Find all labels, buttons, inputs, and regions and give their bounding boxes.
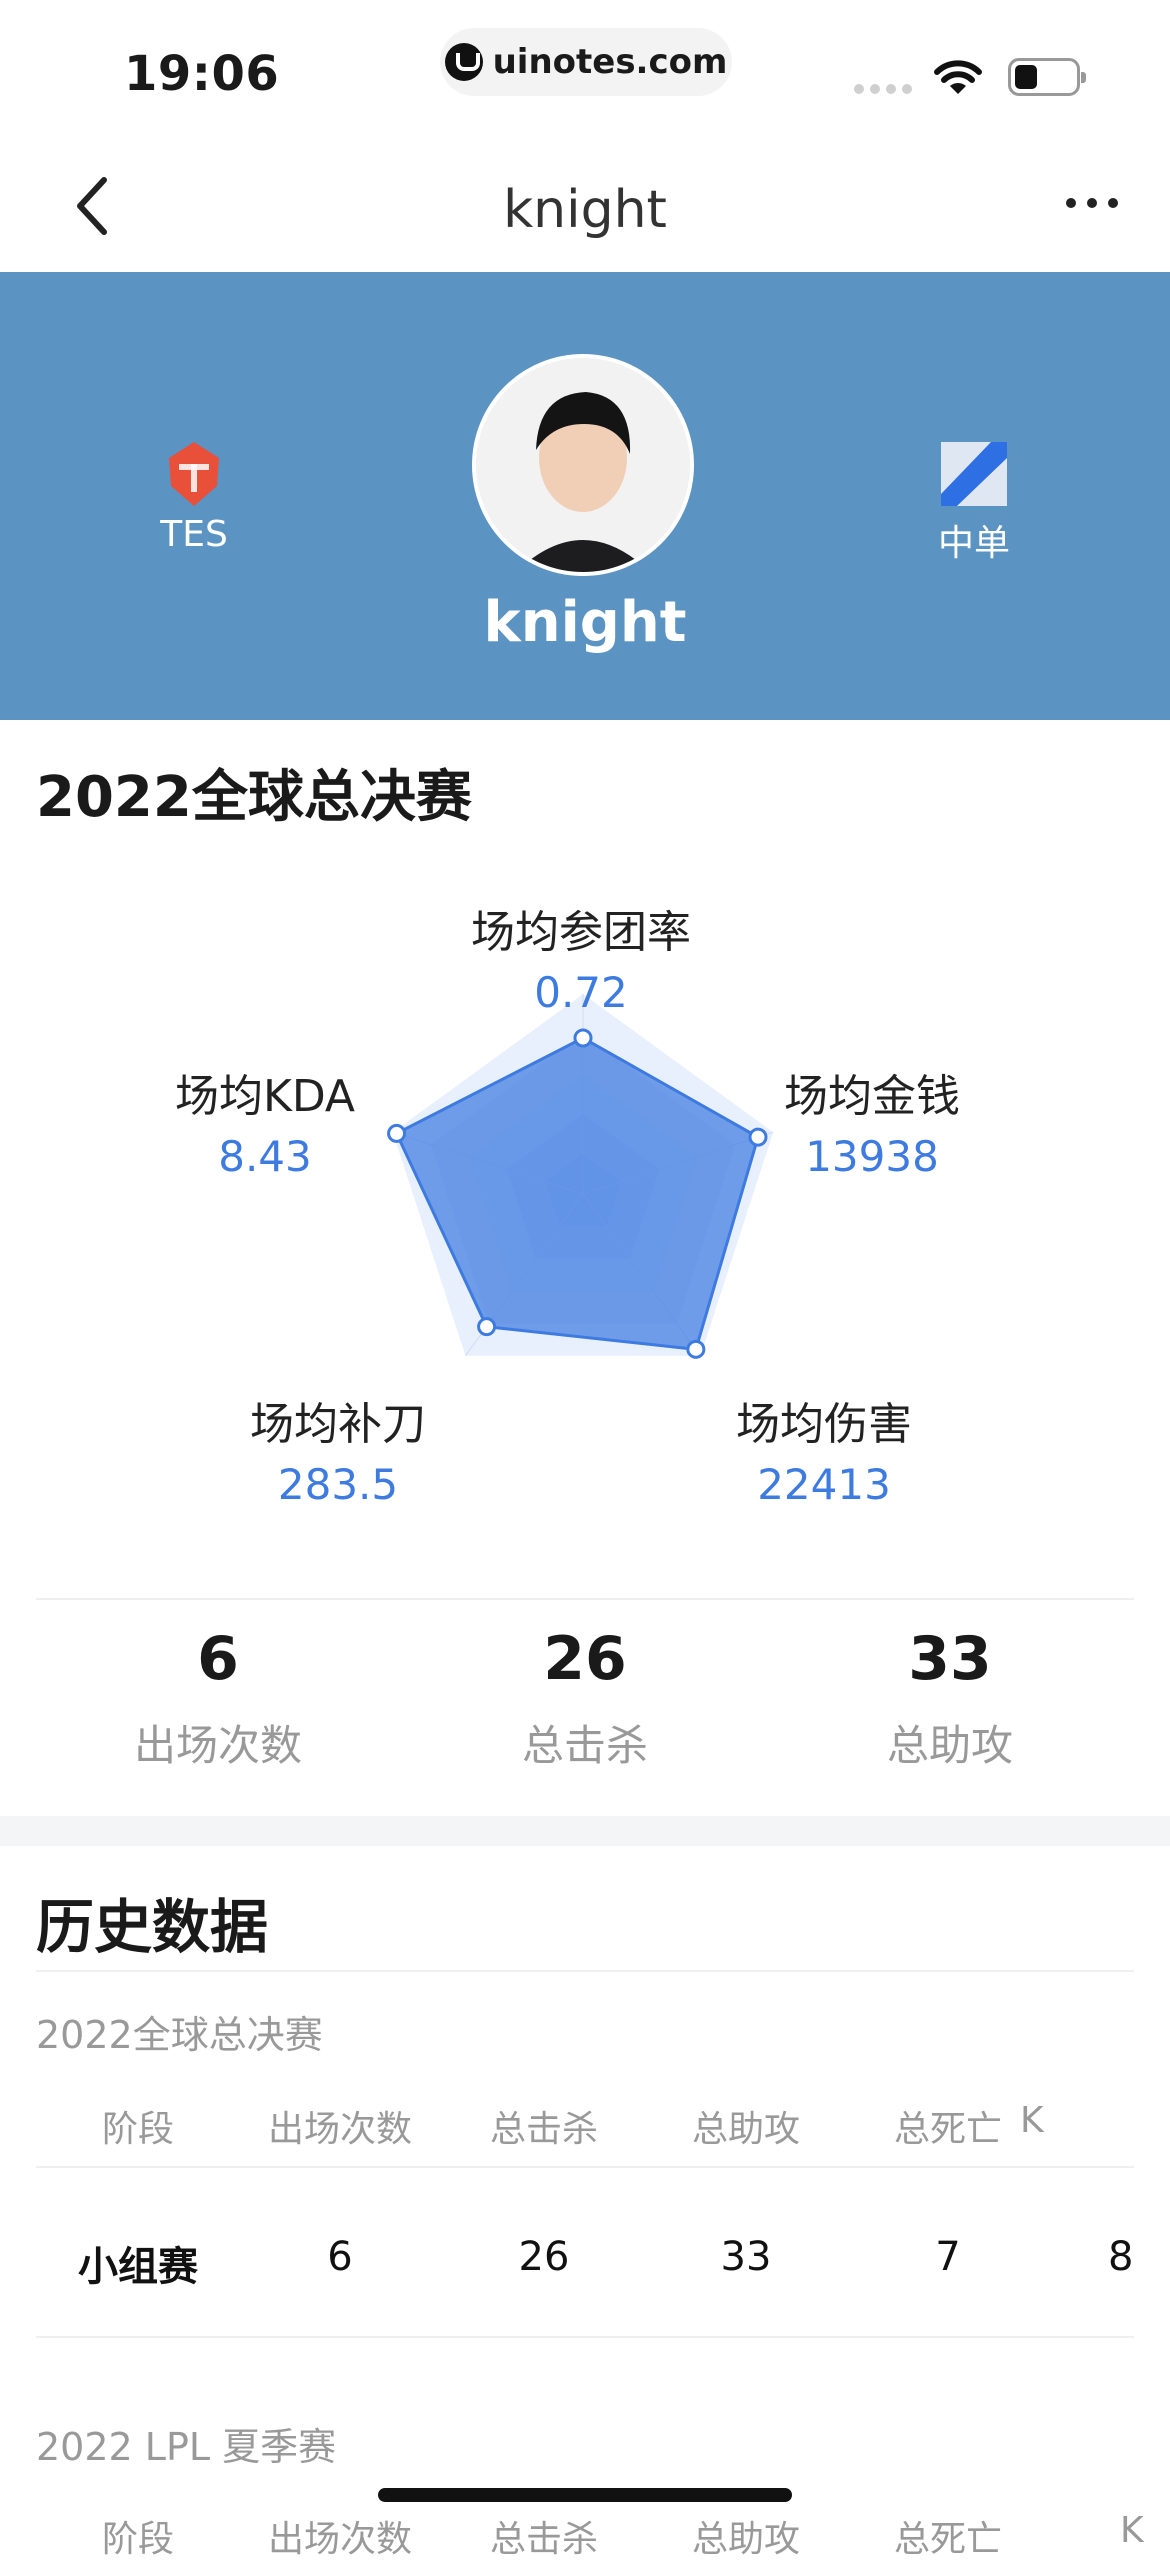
table-header-cell: 出场次数 <box>267 2519 412 2560</box>
table-header-cell: K <box>1120 2510 1144 2551</box>
table-cell: 7 <box>935 2234 961 2280</box>
team-logo-icon <box>169 442 219 506</box>
more-icon[interactable] <box>1066 198 1118 208</box>
radar-label-participation: 场均参团率 0.72 <box>471 907 691 1017</box>
stat-kills: 26 总击杀 <box>521 1624 648 1770</box>
radar-point-0 <box>573 1028 593 1048</box>
season-title: 2022全球总决赛 <box>36 765 472 830</box>
history-title: 历史数据 <box>36 1893 269 1961</box>
history-table-title: 2022全球总决赛 <box>36 2013 323 2057</box>
radar-label-gold: 场均金钱 13938 <box>784 1071 960 1181</box>
table-header-cell: K <box>1020 2100 1044 2141</box>
table-header-cell: 阶段 <box>101 2519 174 2560</box>
stat-assists: 33 总助攻 <box>886 1624 1013 1770</box>
table-cell: 8 <box>1108 2234 1134 2280</box>
team-badge[interactable]: TES <box>150 440 238 555</box>
radar-point-2 <box>686 1339 706 1359</box>
cellular-signal-icon <box>854 84 912 94</box>
player-name: knight <box>483 590 687 655</box>
player-banner: TES 中单 knight <box>0 272 1170 720</box>
avatar <box>472 354 694 576</box>
mid-lane-icon <box>941 442 1007 506</box>
table-cell: 小组赛 <box>78 2244 198 2290</box>
divider <box>36 2166 1134 2168</box>
section-separator <box>0 1816 1170 1846</box>
table-cell: 6 <box>327 2234 353 2280</box>
table-cell: 33 <box>720 2234 772 2280</box>
table-header-cell: 总助攻 <box>691 2109 800 2150</box>
stat-appearances: 6 出场次数 <box>133 1624 302 1770</box>
table-header-cell: 总死亡 <box>893 2109 1002 2150</box>
home-indicator[interactable] <box>378 2488 792 2502</box>
status-time: 19:06 <box>124 46 280 102</box>
page-title: knight <box>503 180 667 240</box>
radar-label-kda: 场均KDA 8.43 <box>174 1071 356 1181</box>
table-header-cell: 出场次数 <box>267 2109 412 2150</box>
table-header-cell: 总击杀 <box>489 2109 598 2150</box>
radar-point-3 <box>477 1317 497 1337</box>
site-logo-icon <box>444 43 483 81</box>
radar-label-damage: 场均伤害 22413 <box>736 1399 912 1509</box>
team-name: TES <box>160 514 228 555</box>
wifi-icon <box>934 60 982 94</box>
history-table-title: 2022 LPL 夏季赛 <box>36 2425 337 2469</box>
nav-bar: knight <box>0 140 1170 272</box>
table-cell: 26 <box>518 2234 570 2280</box>
divider <box>36 1970 1134 1972</box>
divider <box>36 1598 1134 1600</box>
table-header-cell: 阶段 <box>101 2109 174 2150</box>
url-pill[interactable]: uinotes.com <box>440 28 732 96</box>
battery-icon <box>1008 58 1086 96</box>
url-text: uinotes.com <box>492 42 728 82</box>
table-header-cell: 总死亡 <box>893 2519 1002 2560</box>
role-badge[interactable]: 中单 <box>926 440 1022 566</box>
divider <box>36 2336 1134 2338</box>
table-header-cell: 总助攻 <box>691 2519 800 2560</box>
table-header-cell: 总击杀 <box>489 2519 598 2560</box>
role-name: 中单 <box>937 523 1010 564</box>
radar-label-cs: 场均补刀 283.5 <box>250 1399 426 1509</box>
status-bar: 19:06 uinotes.com <box>0 0 1170 140</box>
